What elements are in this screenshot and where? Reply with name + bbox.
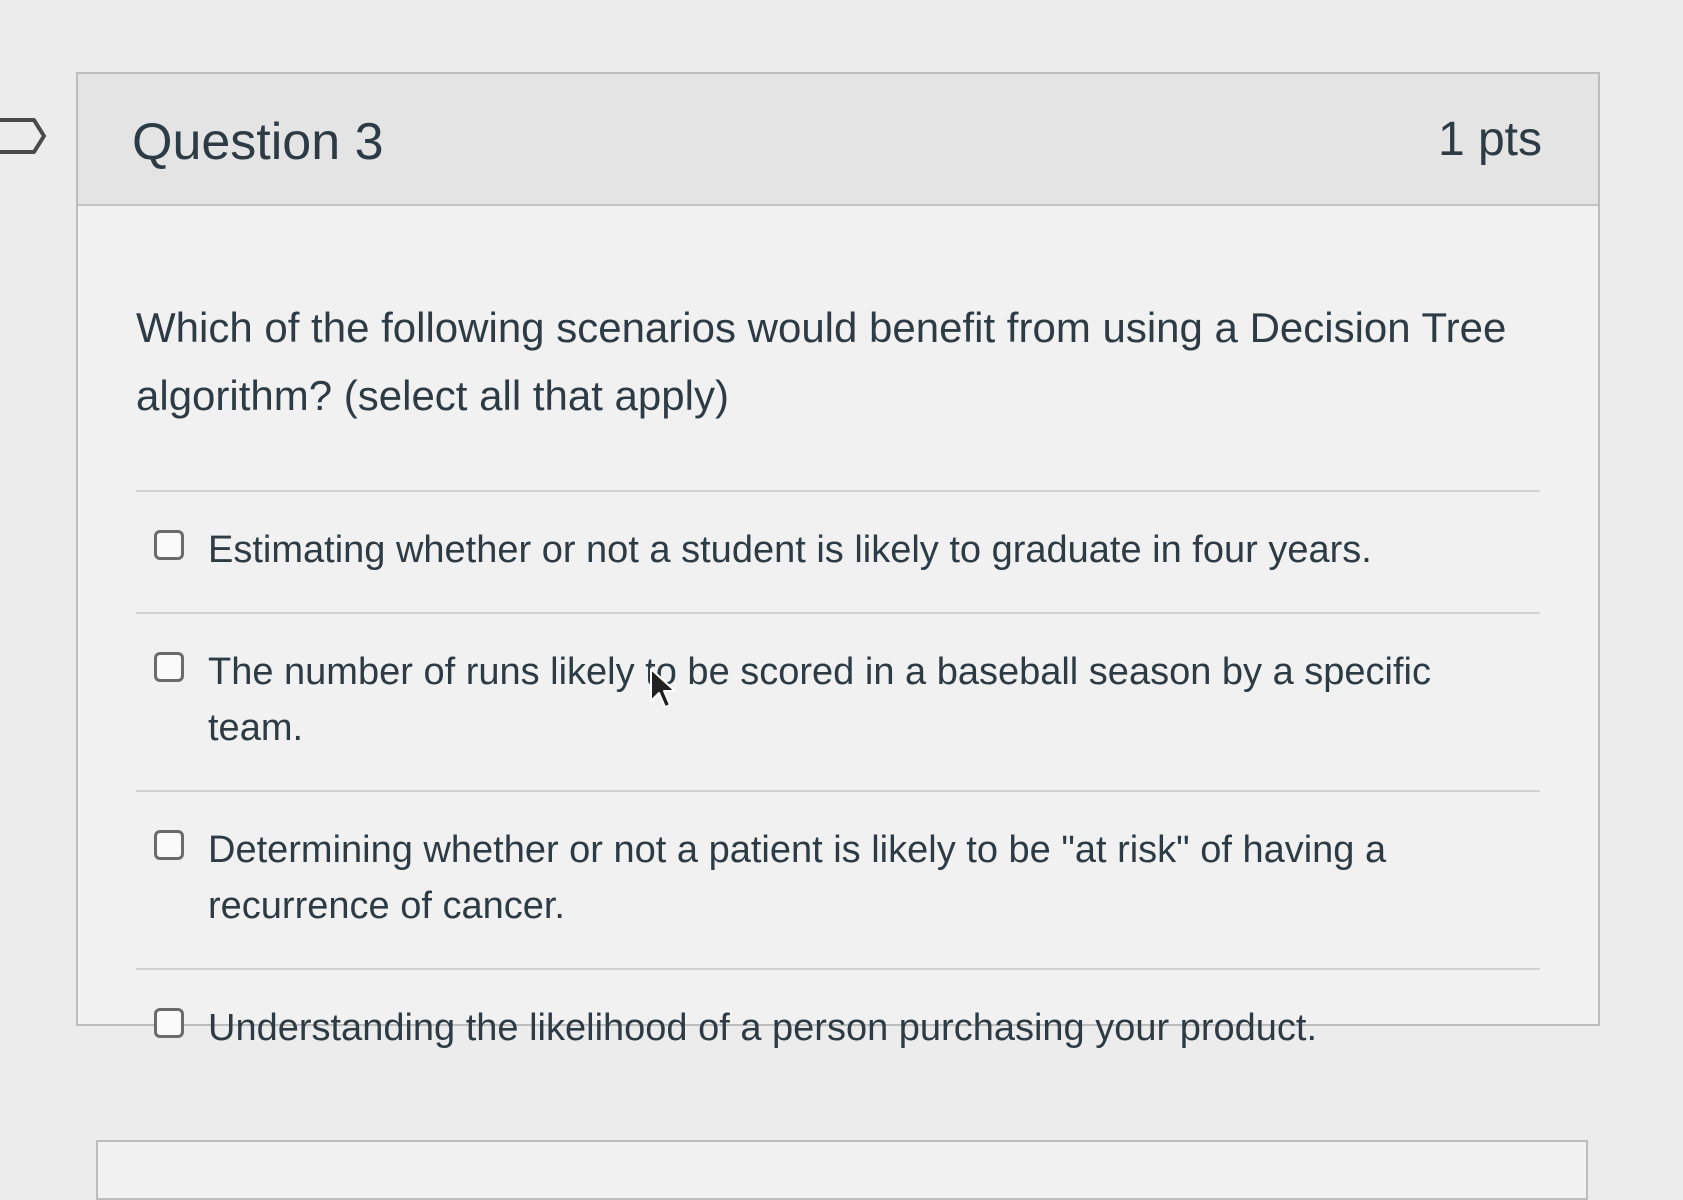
question-header: Question 3 1 pts [78, 74, 1598, 206]
question-points: 1 pts [1437, 113, 1542, 166]
answer-option[interactable]: Understanding the likelihood of a person… [136, 970, 1540, 1090]
answer-label[interactable]: The number of runs likely to be scored i… [208, 644, 1488, 756]
answer-list: Estimating whether or not a student is l… [136, 490, 1540, 1090]
answer-option[interactable]: Determining whether or not a patient is … [136, 792, 1540, 970]
answer-checkbox[interactable] [154, 830, 184, 860]
question-card: Question 3 1 pts Which of the following … [76, 72, 1600, 1049]
flag-question-icon[interactable] [0, 116, 48, 156]
answer-label[interactable]: Determining whether or not a patient is … [208, 822, 1488, 934]
next-question-card [96, 1140, 1588, 1200]
mouse-pointer-icon [650, 668, 676, 708]
answer-label[interactable]: Understanding the likelihood of a person… [208, 1000, 1488, 1056]
answer-label[interactable]: Estimating whether or not a student is l… [208, 522, 1488, 578]
answer-checkbox[interactable] [154, 1008, 184, 1038]
answer-option[interactable]: The number of runs likely to be scored i… [136, 614, 1540, 792]
question-body: Which of the following scenarios would b… [78, 206, 1598, 1090]
question-text: Which of the following scenarios would b… [136, 304, 1507, 419]
answer-checkbox[interactable] [154, 652, 184, 682]
answer-checkbox[interactable] [154, 530, 184, 560]
answer-option[interactable]: Estimating whether or not a student is l… [136, 492, 1540, 614]
question-title: Question 3 [132, 113, 384, 171]
